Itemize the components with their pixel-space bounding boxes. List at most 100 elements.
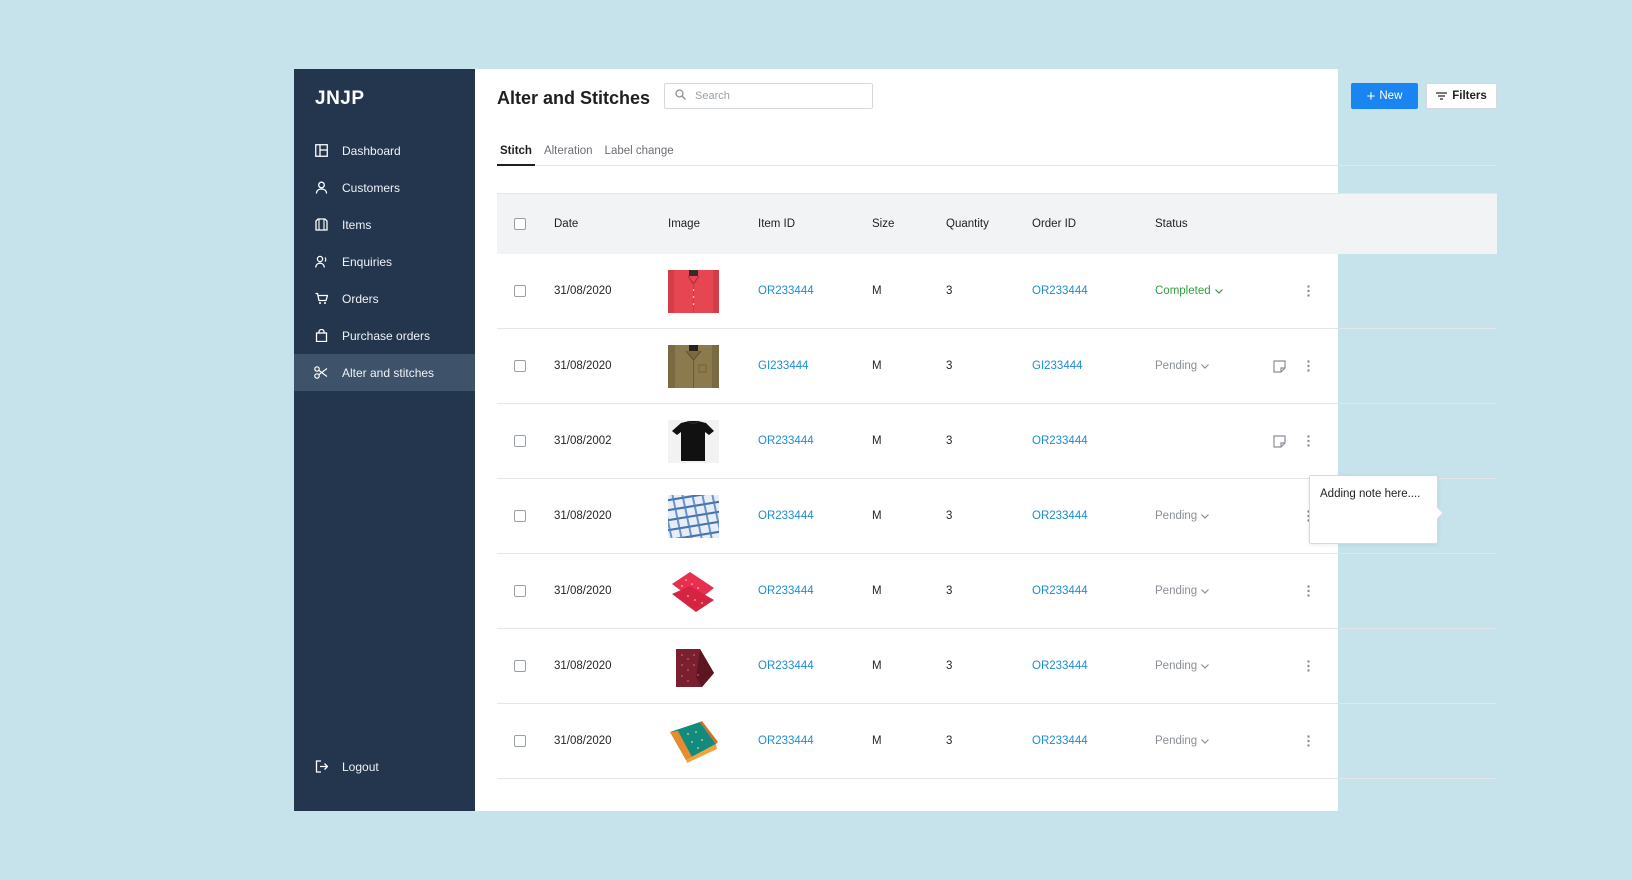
new-button[interactable]: + New bbox=[1351, 83, 1418, 109]
status-dropdown[interactable]: Pending bbox=[1155, 660, 1210, 672]
search-icon bbox=[675, 87, 686, 105]
sidebar-item-label: Enquiries bbox=[342, 254, 393, 269]
column-header-quantity: Quantity bbox=[946, 218, 989, 230]
more-options-icon[interactable] bbox=[1299, 357, 1317, 375]
row-date: 31/08/2020 bbox=[554, 585, 612, 597]
more-options-icon[interactable] bbox=[1299, 432, 1317, 450]
status-label: Pending bbox=[1155, 510, 1198, 522]
order-id-link[interactable]: GI233444 bbox=[1032, 360, 1155, 372]
status-label: Pending bbox=[1155, 585, 1198, 597]
item-id-link[interactable]: OR233444 bbox=[758, 660, 872, 672]
sidebar-item-orders[interactable]: Orders bbox=[294, 280, 475, 317]
select-all-checkbox[interactable] bbox=[514, 218, 526, 230]
row-size: M bbox=[872, 660, 882, 672]
more-options-icon[interactable] bbox=[1299, 582, 1317, 600]
pink-fabric-image bbox=[668, 569, 719, 613]
order-id-link[interactable]: OR233444 bbox=[1032, 435, 1155, 447]
saree-image bbox=[668, 719, 719, 763]
item-id-link[interactable]: GI233444 bbox=[758, 360, 872, 372]
sidebar-item-label: Alter and stitches bbox=[342, 365, 435, 380]
order-id-link[interactable]: OR233444 bbox=[1032, 585, 1155, 597]
status-dropdown[interactable]: Pending bbox=[1155, 585, 1210, 597]
column-header-date: Date bbox=[554, 218, 579, 230]
order-id-link[interactable]: OR233444 bbox=[1032, 510, 1155, 522]
app-window: JNJP Dashboard Customers Items Enquiries… bbox=[294, 69, 1497, 811]
tab-bar: Stitch Alteration Label change bbox=[497, 140, 1497, 166]
note-icon[interactable] bbox=[1270, 357, 1288, 375]
cart-icon bbox=[314, 292, 328, 306]
item-id-link[interactable]: OR233444 bbox=[758, 510, 872, 522]
order-id-link[interactable]: OR233444 bbox=[1032, 285, 1155, 297]
more-options-icon[interactable] bbox=[1299, 732, 1317, 750]
table-row: 31/08/2002 OR233444 M 3 OR233444 bbox=[497, 404, 1497, 479]
row-date: 31/08/2020 bbox=[554, 735, 612, 747]
status-dropdown[interactable]: Pending bbox=[1155, 510, 1210, 522]
plus-icon: + bbox=[1366, 87, 1376, 105]
sidebar-item-enquiries[interactable]: Enquiries bbox=[294, 243, 475, 280]
chevron-down-icon bbox=[1201, 588, 1210, 594]
note-popover[interactable]: Adding note here.... bbox=[1309, 475, 1444, 544]
order-id-link[interactable]: OR233444 bbox=[1032, 660, 1155, 672]
chevron-down-icon bbox=[1201, 738, 1210, 744]
table-row: 31/08/2020 OR233444 M 3 OR233444 Pending bbox=[497, 704, 1497, 779]
row-checkbox[interactable] bbox=[514, 585, 526, 597]
tab-stitch[interactable]: Stitch bbox=[497, 140, 535, 166]
row-checkbox[interactable] bbox=[514, 360, 526, 372]
filters-button[interactable]: Filters bbox=[1426, 83, 1497, 109]
table-row: 31/08/2020 OR233444 M 3 OR233444 Complet… bbox=[497, 254, 1497, 329]
sidebar-item-items[interactable]: Items bbox=[294, 206, 475, 243]
sidebar-item-label: Customers bbox=[342, 180, 401, 195]
sidebar-item-dashboard[interactable]: Dashboard bbox=[294, 132, 475, 169]
status-dropdown[interactable]: Pending bbox=[1155, 360, 1210, 372]
logout-icon bbox=[314, 760, 328, 774]
brand-logo: JNJP bbox=[315, 88, 365, 109]
row-checkbox[interactable] bbox=[514, 735, 526, 747]
row-quantity: 3 bbox=[946, 285, 953, 297]
row-checkbox[interactable] bbox=[514, 660, 526, 672]
table-row: 31/08/2020 OR233444 M 3 OR233444 Pending bbox=[497, 554, 1497, 629]
order-id-link[interactable]: OR233444 bbox=[1032, 735, 1155, 747]
row-quantity: 3 bbox=[946, 360, 953, 372]
item-id-link[interactable]: OR233444 bbox=[758, 585, 872, 597]
status-dropdown[interactable]: Pending bbox=[1155, 735, 1210, 747]
chevron-down-icon bbox=[1201, 513, 1210, 519]
column-header-image: Image bbox=[668, 218, 700, 230]
row-checkbox[interactable] bbox=[514, 285, 526, 297]
status-dropdown[interactable]: Completed bbox=[1155, 285, 1223, 297]
khaki-shirt-image bbox=[668, 344, 719, 388]
search-box[interactable] bbox=[664, 83, 873, 109]
sidebar-item-purchase-orders[interactable]: Purchase orders bbox=[294, 317, 475, 354]
sidebar-item-label: Purchase orders bbox=[342, 328, 431, 343]
column-header-item-id: Item ID bbox=[758, 218, 796, 230]
status-label: Completed bbox=[1155, 285, 1211, 297]
sidebar-item-customers[interactable]: Customers bbox=[294, 169, 475, 206]
tab-alteration[interactable]: Alteration bbox=[541, 140, 596, 166]
item-id-link[interactable]: OR233444 bbox=[758, 735, 872, 747]
row-quantity: 3 bbox=[946, 510, 953, 522]
logout-label: Logout bbox=[342, 759, 379, 774]
row-date: 31/08/2020 bbox=[554, 285, 612, 297]
sidebar-item-label: Items bbox=[342, 217, 372, 232]
row-quantity: 3 bbox=[946, 585, 953, 597]
black-tshirt-image bbox=[668, 419, 719, 463]
sidebar-item-label: Dashboard bbox=[342, 143, 401, 158]
more-options-icon[interactable] bbox=[1299, 657, 1317, 675]
table-row: 31/08/2020 OR233444 M 3 OR233444 Pending bbox=[497, 629, 1497, 704]
table-header: Date Image Item ID Size Quantity Order I… bbox=[497, 193, 1497, 254]
chevron-down-icon bbox=[1201, 363, 1210, 369]
note-icon[interactable] bbox=[1270, 432, 1288, 450]
sidebar-item-alter-and-stitches[interactable]: Alter and stitches bbox=[294, 354, 475, 391]
row-date: 31/08/2002 bbox=[554, 435, 612, 447]
row-checkbox[interactable] bbox=[514, 435, 526, 447]
item-id-link[interactable]: OR233444 bbox=[758, 435, 872, 447]
more-options-icon[interactable] bbox=[1299, 282, 1317, 300]
logout-button[interactable]: Logout bbox=[294, 748, 475, 785]
tab-label-change[interactable]: Label change bbox=[602, 140, 677, 166]
row-checkbox[interactable] bbox=[514, 510, 526, 522]
new-button-label: New bbox=[1379, 90, 1403, 102]
search-input[interactable] bbox=[695, 90, 855, 102]
sidebar: JNJP Dashboard Customers Items Enquiries… bbox=[294, 69, 475, 811]
filters-button-label: Filters bbox=[1452, 90, 1487, 102]
item-id-link[interactable]: OR233444 bbox=[758, 285, 872, 297]
status-label: Pending bbox=[1155, 735, 1198, 747]
